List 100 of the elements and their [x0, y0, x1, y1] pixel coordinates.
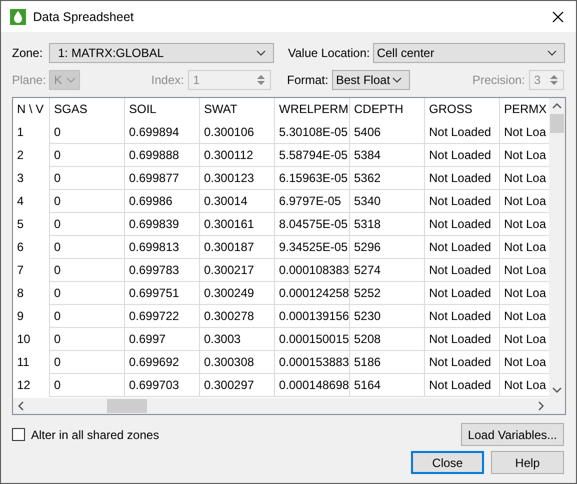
chevron-icon: [392, 77, 402, 83]
table-cell: 0.000150015: [275, 328, 350, 351]
table-cell: 0: [50, 328, 125, 351]
row-header: 1: [13, 121, 50, 144]
table-cell: Not Loaded: [425, 167, 500, 190]
table-cell: 5296: [350, 236, 425, 259]
table-cell: Not Loaded: [425, 328, 500, 351]
table-cell: 0.30014: [200, 190, 275, 213]
scroll-thumb[interactable]: [107, 399, 147, 413]
table-cell: 5230: [350, 305, 425, 328]
table-cell: 5362: [350, 167, 425, 190]
table-cell: 0.699751: [125, 282, 200, 305]
table-cell: 0.000124258: [275, 282, 350, 305]
table-cell: Not Loaded: [425, 190, 500, 213]
row-header: 4: [13, 190, 50, 213]
table-cell: 5.58794E-05: [275, 144, 350, 167]
table-cell: 0.699783: [125, 259, 200, 282]
table-cell: 0.300217: [200, 259, 275, 282]
table-cell: 0.000148698: [275, 374, 350, 397]
row-header: 8: [13, 282, 50, 305]
format-dropdown[interactable]: Best Float: [332, 70, 410, 90]
table-cell: 5164: [350, 374, 425, 397]
table-cell: 0.300297: [200, 374, 275, 397]
table-cell: 0: [50, 121, 125, 144]
table-cell: 0.699894: [125, 121, 200, 144]
close-icon[interactable]: [552, 10, 564, 22]
row-header: 5: [13, 213, 50, 236]
table-cell: 0.699888: [125, 144, 200, 167]
window-title: Data Spreadsheet: [33, 10, 135, 24]
table-cell: 0: [50, 374, 125, 397]
row-header: 10: [13, 328, 50, 351]
dialog-button[interactable]: Close: [411, 451, 484, 474]
table-cell: Not Loaded: [425, 144, 500, 167]
table-cell: 6.9797E-05: [275, 190, 350, 213]
table-cell: 0: [50, 236, 125, 259]
load-variables-button[interactable]: Load Variables...: [460, 423, 564, 446]
value-location-dropdown[interactable]: Cell center: [372, 43, 565, 63]
table-cell: 5318: [350, 213, 425, 236]
row-header: 9: [13, 305, 50, 328]
dialog-button[interactable]: Help: [491, 451, 564, 474]
table-cell: 0.300123: [200, 167, 275, 190]
table-cell: 5384: [350, 144, 425, 167]
column-header[interactable]: GROSS: [425, 98, 500, 121]
spinner-arrows-icon: [550, 74, 558, 86]
row-header: 3: [13, 167, 50, 190]
table-cell: Not Loaded: [425, 213, 500, 236]
table-cell: 0: [50, 144, 125, 167]
column-header[interactable]: SGAS: [50, 98, 125, 121]
zone-dropdown[interactable]: 1: MATRX:GLOBAL: [49, 43, 274, 63]
table-cell: 0.000139156: [275, 305, 350, 328]
table-cell: 0.300249: [200, 282, 275, 305]
table-cell: 0: [50, 282, 125, 305]
table-cell: Not Loaded: [425, 259, 500, 282]
spinner-arrows-icon: [257, 74, 265, 86]
plane-label: Plane:: [12, 73, 48, 87]
chevron-icon: [66, 77, 76, 83]
table-cell: 0.699839: [125, 213, 200, 236]
table-cell: 0.300278: [200, 305, 275, 328]
vertical-scrollbar[interactable]: [549, 98, 565, 398]
column-header[interactable]: SOIL: [125, 98, 200, 121]
table-cell: 0.699813: [125, 236, 200, 259]
table-cell: 0.6997: [125, 328, 200, 351]
column-header[interactable]: SWAT: [200, 98, 275, 121]
row-header: 6: [13, 236, 50, 259]
table-cell: 0.000153883: [275, 351, 350, 374]
table-cell: Not Loaded: [425, 236, 500, 259]
table-cell: 5340: [350, 190, 425, 213]
value-location-label: Value Location:: [288, 46, 370, 60]
table-cell: 0.300161: [200, 213, 275, 236]
table-cell: Not Loaded: [425, 121, 500, 144]
precision-label: Precision:: [471, 73, 526, 87]
table-cell: 0: [50, 259, 125, 282]
table-cell: 0.3003: [200, 328, 275, 351]
table-cell: Not Loaded: [425, 351, 500, 374]
table-cell: 8.04575E-05: [275, 213, 350, 236]
table-cell: 0: [50, 305, 125, 328]
table-cell: 0.699877: [125, 167, 200, 190]
checkbox[interactable]: [12, 428, 25, 441]
table-cell: 9.34525E-05: [275, 236, 350, 259]
table-cell: 0.300187: [200, 236, 275, 259]
row-header: 7: [13, 259, 50, 282]
chevron-icon: [547, 50, 557, 56]
row-header: 12: [13, 374, 50, 397]
table-cell: 0.699703: [125, 374, 200, 397]
table-cell: 0: [50, 167, 125, 190]
table-cell: Not Loaded: [425, 305, 500, 328]
table-cell: 0.000108383: [275, 259, 350, 282]
zone-label: Zone:: [12, 46, 44, 60]
column-header[interactable]: WRELPERM: [275, 98, 350, 121]
horizontal-scrollbar[interactable]: [13, 398, 565, 414]
row-header: 2: [13, 144, 50, 167]
column-header[interactable]: CDEPTH: [350, 98, 425, 121]
format-label: Format:: [287, 73, 330, 87]
scroll-thumb[interactable]: [550, 114, 564, 133]
column-header[interactable]: PERMX: [500, 98, 549, 121]
column-header[interactable]: N \ V: [13, 98, 50, 121]
table-cell: 0: [50, 213, 125, 236]
droplet-icon: [10, 8, 26, 24]
table-cell: 0.300112: [200, 144, 275, 167]
table-cell: 0.69986: [125, 190, 200, 213]
